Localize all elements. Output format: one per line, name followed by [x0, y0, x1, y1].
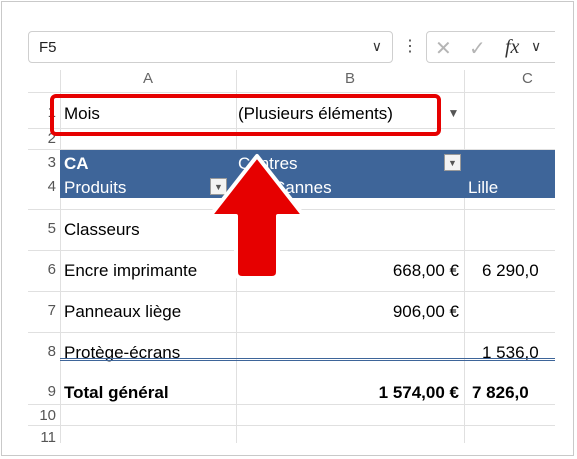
excel-window: F5 ∨ ⋮ ✕ ✓ fx ∨ A B C 1 2 3 4 5 6 7 8 9 …	[28, 28, 555, 443]
cancel-icon[interactable]: ✕	[435, 36, 452, 61]
pivot-rows-label[interactable]: Produits	[64, 178, 126, 198]
arrow-up-icon	[208, 154, 306, 280]
cell-value[interactable]: 906,00 €	[393, 302, 459, 322]
columns-dropdown-icon[interactable]: ▼	[444, 154, 461, 171]
column-header-c[interactable]: C	[464, 70, 555, 92]
total-label[interactable]: Total général	[64, 383, 169, 403]
highlight-box	[50, 94, 441, 136]
row-header-4[interactable]: 4	[28, 178, 60, 195]
cell-value[interactable]: 6 290,0	[482, 261, 539, 281]
row-header-7[interactable]: 7	[28, 302, 60, 319]
pivot-values-label[interactable]: CA	[64, 154, 89, 174]
row-label[interactable]: Classeurs	[64, 220, 140, 240]
name-box[interactable]: F5 ∨	[28, 31, 393, 63]
total-value[interactable]: 1 574,00 €	[379, 383, 459, 403]
grid-line	[28, 92, 555, 93]
grid-line	[464, 70, 465, 443]
row-label[interactable]: Encre imprimante	[64, 261, 197, 281]
name-box-value: F5	[39, 39, 57, 56]
formula-buttons: ✕ ✓ fx ∨	[426, 31, 555, 63]
grid-line	[28, 425, 555, 426]
filter-dropdown-icon[interactable]: ▼	[445, 105, 462, 122]
row-header-11[interactable]: 11	[28, 429, 60, 443]
check-icon[interactable]: ✓	[469, 36, 486, 61]
more-options-icon[interactable]: ⋮	[402, 36, 418, 56]
cell-value[interactable]: 668,00 €	[393, 261, 459, 281]
row-header-8[interactable]: 8	[28, 343, 60, 360]
grid-line	[28, 291, 555, 292]
row-label[interactable]: Panneaux liège	[64, 302, 181, 322]
col-header-lille: Lille	[468, 178, 499, 197]
row-header-9[interactable]: 9	[28, 383, 60, 400]
column-header-b[interactable]: B	[236, 70, 464, 92]
insert-function-icon[interactable]: fx	[505, 36, 519, 59]
row-header-6[interactable]: 6	[28, 261, 60, 278]
grid-line	[28, 404, 555, 405]
grid-line	[28, 332, 555, 333]
column-header-a[interactable]: A	[60, 70, 236, 92]
row-header-10[interactable]: 10	[28, 407, 60, 424]
chevron-down-icon[interactable]: ∨	[531, 38, 541, 55]
total-separator	[60, 358, 555, 361]
row-header-5[interactable]: 5	[28, 220, 60, 237]
total-value[interactable]: 7 826,0	[472, 383, 529, 403]
chevron-down-icon[interactable]: ∨	[372, 38, 382, 55]
row-header-3[interactable]: 3	[28, 154, 60, 171]
